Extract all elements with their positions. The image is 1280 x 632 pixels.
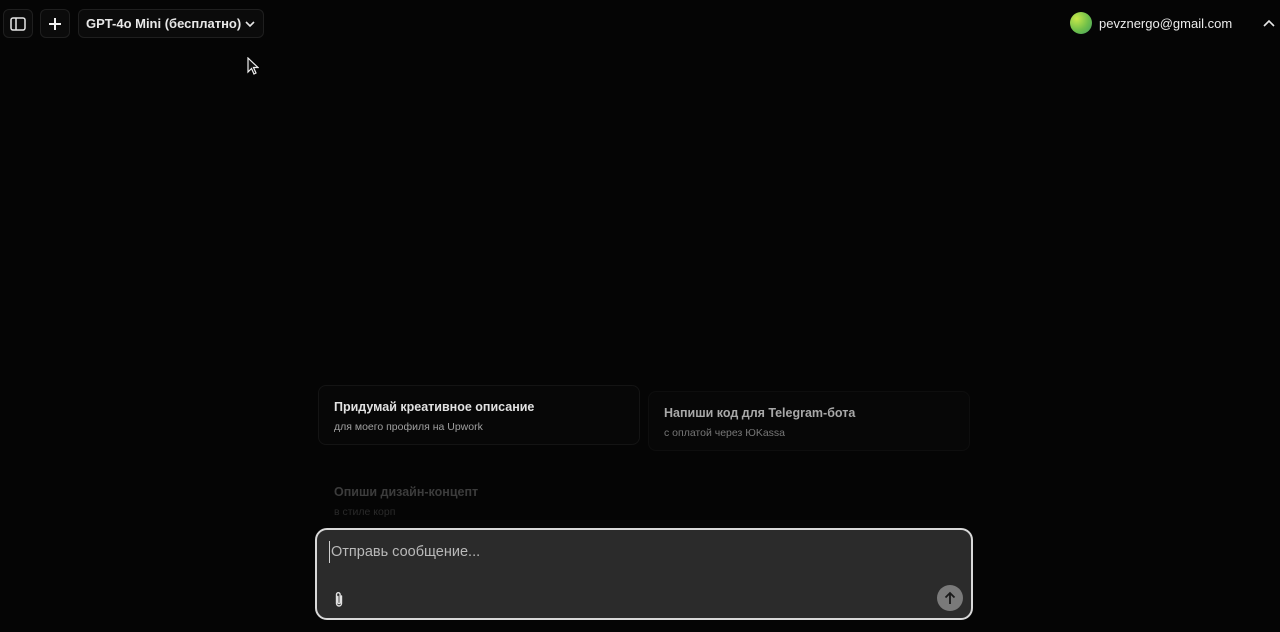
suggestion-card[interactable]: Опиши дизайн-концепт в стиле корп bbox=[318, 470, 640, 530]
suggestion-title: Напиши код для Telegram-бота bbox=[664, 406, 856, 420]
suggestion-card[interactable]: Напиши код для Telegram-бота с оплатой ч… bbox=[648, 391, 970, 451]
message-input[interactable] bbox=[329, 541, 949, 563]
account-menu[interactable]: pevznergo@gmail.com bbox=[1070, 12, 1232, 34]
chat-page: GPT-4o Mini (бесплатно) pevznergo@gmail.… bbox=[0, 0, 1280, 632]
model-selector[interactable]: GPT-4o Mini (бесплатно) bbox=[78, 9, 264, 38]
suggestion-subtitle: для моего профиля на Upwork bbox=[334, 421, 483, 433]
chevron-down-icon bbox=[245, 20, 255, 27]
suggestion-subtitle: в стиле корп bbox=[334, 506, 396, 518]
model-selector-label: GPT-4o Mini (бесплатно) bbox=[86, 16, 242, 31]
paperclip-icon bbox=[335, 591, 343, 607]
send-button[interactable] bbox=[937, 585, 963, 611]
mouse-cursor-icon bbox=[247, 57, 259, 75]
message-composer bbox=[315, 528, 973, 620]
collapse-button[interactable] bbox=[1262, 14, 1276, 32]
account-email: pevznergo@gmail.com bbox=[1099, 15, 1233, 31]
suggestion-subtitle: с оплатой через ЮKassa bbox=[664, 427, 786, 439]
chevron-up-icon bbox=[1263, 19, 1275, 27]
sidebar-panel-icon bbox=[10, 16, 26, 31]
suggestion-card[interactable]: Придумай креативное описание для моего п… bbox=[318, 385, 640, 445]
suggestion-title: Опиши дизайн-концепт bbox=[334, 485, 479, 499]
attach-button[interactable] bbox=[331, 589, 347, 609]
arrow-up-icon bbox=[944, 591, 956, 604]
suggestion-title: Придумай креативное описание bbox=[334, 400, 535, 414]
plus-icon bbox=[49, 17, 61, 30]
new-chat-button[interactable] bbox=[40, 9, 70, 38]
sidebar-toggle-button[interactable] bbox=[3, 9, 33, 38]
avatar bbox=[1070, 12, 1092, 34]
